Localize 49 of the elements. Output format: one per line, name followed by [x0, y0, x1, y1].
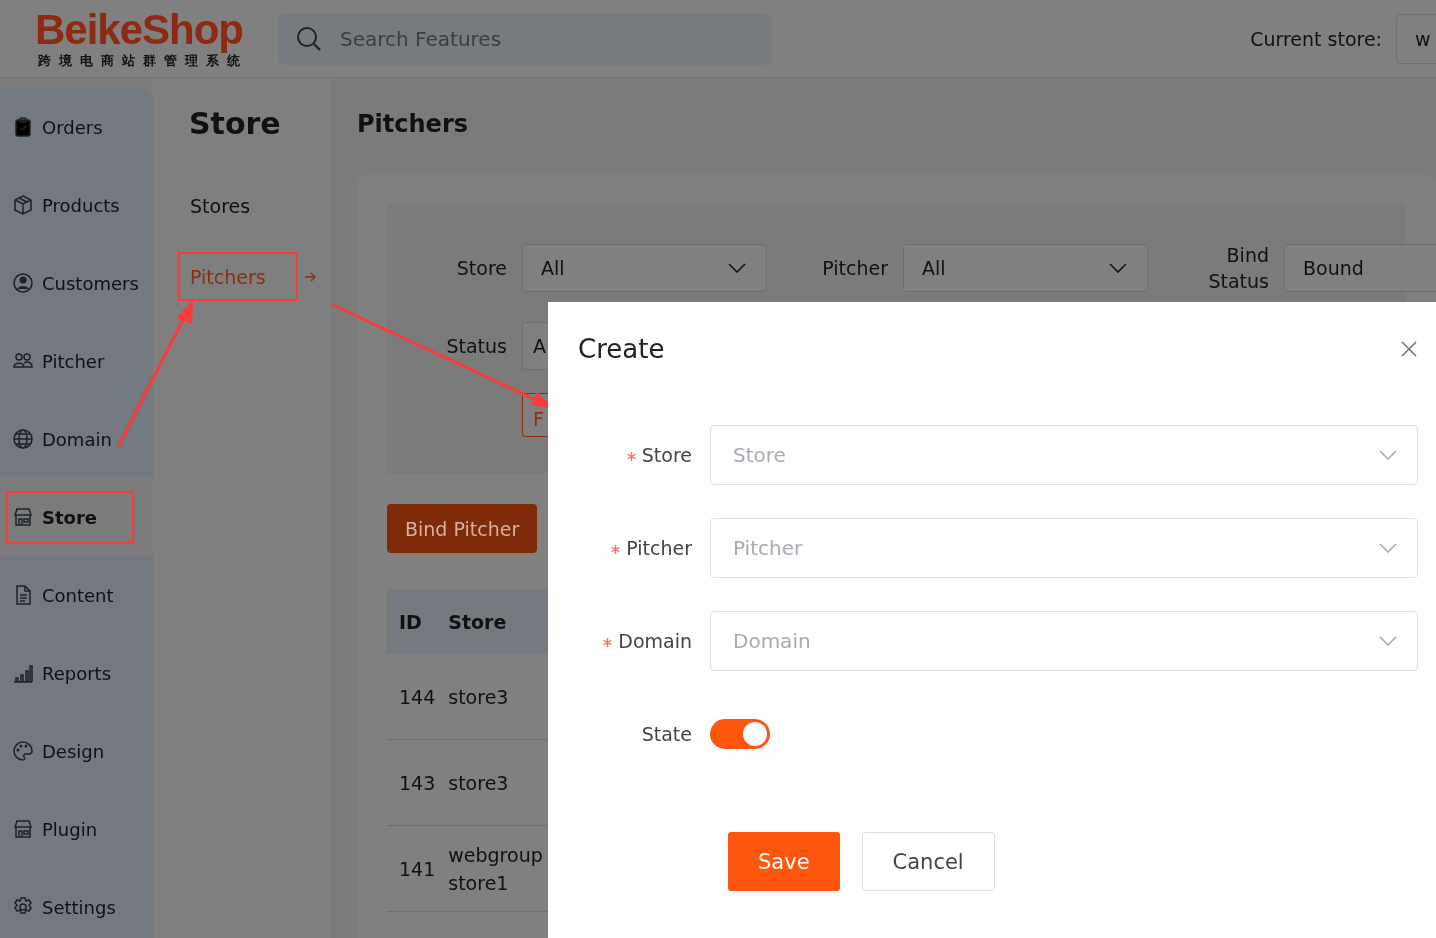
- bind-pitcher-button[interactable]: Bind Pitcher: [387, 504, 538, 553]
- user-circle-icon: [12, 272, 34, 294]
- store-select[interactable]: w: [1396, 13, 1436, 64]
- search-field[interactable]: Search Features: [278, 12, 772, 65]
- palette-icon: [12, 740, 34, 762]
- filter-label: Store: [456, 256, 507, 281]
- chevron-down-icon: [1379, 636, 1397, 646]
- select-field[interactable]: Pitcher: [710, 518, 1418, 578]
- bar-chart-icon: [12, 662, 34, 684]
- field-label: Pitcher: [548, 537, 710, 559]
- table-cell: 144: [387, 654, 437, 740]
- logo-subtitle: 跨境电商站群管理系统: [38, 52, 248, 70]
- storefront-icon: [12, 818, 34, 840]
- toggle-switch[interactable]: [710, 719, 770, 749]
- cancel-button[interactable]: Cancel: [861, 832, 995, 891]
- filter-label: Status: [446, 334, 507, 359]
- chevron-down-icon: [1379, 450, 1397, 460]
- filter-select[interactable]: A: [522, 322, 548, 370]
- field-label: State: [640, 723, 693, 745]
- chevron-down-icon: [1109, 263, 1127, 273]
- field-label: Store: [548, 444, 710, 466]
- dialog-title: Create: [578, 334, 665, 364]
- table-cell: 141: [387, 825, 437, 912]
- submenu-item[interactable]: Stores: [178, 181, 298, 230]
- arrow-right-icon: [304, 271, 316, 282]
- select-field[interactable]: Store: [710, 425, 1418, 485]
- clipboard-icon: [12, 116, 34, 138]
- filter-select[interactable]: Bound: [1284, 244, 1436, 292]
- section-title: Store: [189, 106, 281, 141]
- select-field[interactable]: Domain: [710, 611, 1418, 671]
- column-header: ID: [387, 589, 437, 654]
- column-header: Store: [436, 589, 548, 654]
- table-cell: 143: [387, 739, 437, 826]
- filter-select[interactable]: All: [522, 244, 767, 292]
- sidebar-item[interactable]: Store: [6, 490, 134, 544]
- field-label: Domain: [548, 630, 710, 652]
- filter-label: Pitcher: [822, 256, 888, 281]
- chevron-down-icon: [728, 263, 746, 273]
- filter-label: Bind Status: [1207, 243, 1269, 294]
- current-store-label: Current store:: [1250, 27, 1382, 50]
- globe-icon: [12, 428, 34, 450]
- close-button[interactable]: [1400, 340, 1418, 358]
- chevron-down-icon: [1379, 543, 1397, 553]
- box-icon: [12, 194, 34, 216]
- filter-select[interactable]: All: [903, 244, 1148, 292]
- save-button[interactable]: Save: [728, 832, 840, 891]
- page-title: Pitchers: [357, 110, 468, 138]
- logo: BeikeShop: [34, 7, 244, 52]
- storefront-icon: [12, 506, 34, 528]
